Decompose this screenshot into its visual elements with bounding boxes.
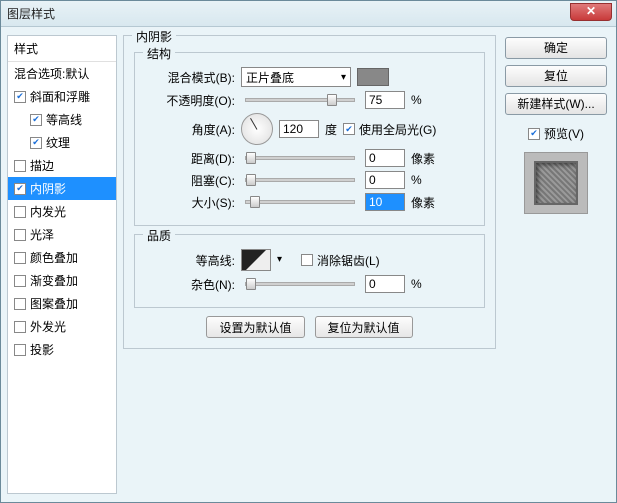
checkbox-icon [14,344,26,356]
styles-header: 样式 [8,36,116,62]
noise-input[interactable] [365,275,405,293]
opacity-input[interactable] [365,91,405,109]
distance-label: 距离(D): [145,150,235,167]
checkbox-icon [14,183,26,195]
style-item-outer_glow[interactable]: 外发光 [8,315,116,338]
style-item-inner_shadow[interactable]: 内阴影 [8,177,116,200]
new-style-button[interactable]: 新建样式(W)... [505,93,607,115]
checkbox-icon [14,298,26,310]
window-title: 图层样式 [7,5,55,22]
quality-title: 品质 [143,227,175,244]
style-item-contour[interactable]: 等高线 [8,108,116,131]
choke-slider[interactable] [245,178,355,182]
panel-title: 内阴影 [132,28,176,45]
style-item-label: 纹理 [46,134,70,151]
style-item-color_overlay[interactable]: 颜色叠加 [8,246,116,269]
style-list: 斜面和浮雕等高线纹理描边内阴影内发光光泽颜色叠加渐变叠加图案叠加外发光投影 [8,85,116,493]
style-item-inner_glow[interactable]: 内发光 [8,200,116,223]
style-item-label: 内阴影 [30,180,66,197]
distance-input[interactable] [365,149,405,167]
style-item-label: 光泽 [30,226,54,243]
checkbox-icon [14,91,26,103]
preview-texture [534,161,578,205]
shadow-color-swatch[interactable] [357,68,389,86]
make-default-button[interactable]: 设置为默认值 [206,316,304,338]
style-item-label: 斜面和浮雕 [30,88,90,105]
checkbox-icon [14,275,26,287]
noise-label: 杂色(N): [145,276,235,293]
global-light-checkbox[interactable]: 使用全局光(G) [343,121,436,138]
angle-dial[interactable] [241,113,273,145]
style-item-bevel[interactable]: 斜面和浮雕 [8,85,116,108]
structure-fieldset: 结构 混合模式(B): 正片叠底 不透明度(O): % 角度(A): [134,52,485,226]
choke-label: 阻塞(C): [145,172,235,189]
checkbox-icon [343,123,355,135]
style-item-satin[interactable]: 光泽 [8,223,116,246]
antialias-checkbox[interactable]: 消除锯齿(L) [301,252,380,269]
style-item-drop_shadow[interactable]: 投影 [8,338,116,361]
style-item-texture[interactable]: 纹理 [8,131,116,154]
contour-label: 等高线: [145,252,235,269]
structure-title: 结构 [143,45,175,62]
opacity-label: 不透明度(O): [145,92,235,109]
preview-thumbnail [524,152,588,214]
settings-panel: 内阴影 结构 混合模式(B): 正片叠底 不透明度(O): % [123,35,496,494]
titlebar: 图层样式 ✕ [1,1,616,27]
checkbox-icon [14,206,26,218]
style-item-stroke[interactable]: 描边 [8,154,116,177]
angle-label: 角度(A): [145,121,235,138]
checkbox-icon [14,252,26,264]
style-item-label: 等高线 [46,111,82,128]
style-item-label: 外发光 [30,318,66,335]
distance-slider[interactable] [245,156,355,160]
inner-shadow-fieldset: 内阴影 结构 混合模式(B): 正片叠底 不透明度(O): % [123,35,496,349]
contour-picker[interactable] [241,249,271,271]
preview-checkbox[interactable]: 预览(V) [528,125,584,142]
style-item-label: 渐变叠加 [30,272,78,289]
angle-input[interactable] [279,120,319,138]
close-button[interactable]: ✕ [570,3,612,21]
blend-mode-dropdown[interactable]: 正片叠底 [241,67,351,87]
size-slider[interactable] [245,200,355,204]
choke-input[interactable] [365,171,405,189]
checkbox-icon [30,137,42,149]
layer-style-dialog: 图层样式 ✕ 样式 混合选项:默认 斜面和浮雕等高线纹理描边内阴影内发光光泽颜色… [0,0,617,503]
style-item-pattern_overlay[interactable]: 图案叠加 [8,292,116,315]
reset-button[interactable]: 复位 [505,65,607,87]
checkbox-icon [14,160,26,172]
checkbox-icon [14,229,26,241]
noise-slider[interactable] [245,282,355,286]
style-item-label: 投影 [30,341,54,358]
style-item-label: 内发光 [30,203,66,220]
ok-button[interactable]: 确定 [505,37,607,59]
checkbox-icon [30,114,42,126]
styles-panel: 样式 混合选项:默认 斜面和浮雕等高线纹理描边内阴影内发光光泽颜色叠加渐变叠加图… [7,35,117,494]
reset-default-button[interactable]: 复位为默认值 [315,316,413,338]
size-label: 大小(S): [145,194,235,211]
quality-fieldset: 品质 等高线: 消除锯齿(L) 杂色(N): [134,234,485,308]
opacity-slider[interactable] [245,98,355,102]
style-item-label: 颜色叠加 [30,249,78,266]
blend-mode-label: 混合模式(B): [145,69,235,86]
size-input[interactable] [365,193,405,211]
action-panel: 确定 复位 新建样式(W)... 预览(V) [502,35,610,494]
style-item-label: 描边 [30,157,54,174]
style-item-gradient_overlay[interactable]: 渐变叠加 [8,269,116,292]
style-item-label: 图案叠加 [30,295,78,312]
blend-options-row[interactable]: 混合选项:默认 [8,62,116,85]
checkbox-icon [301,254,313,266]
checkbox-icon [528,128,540,140]
checkbox-icon [14,321,26,333]
